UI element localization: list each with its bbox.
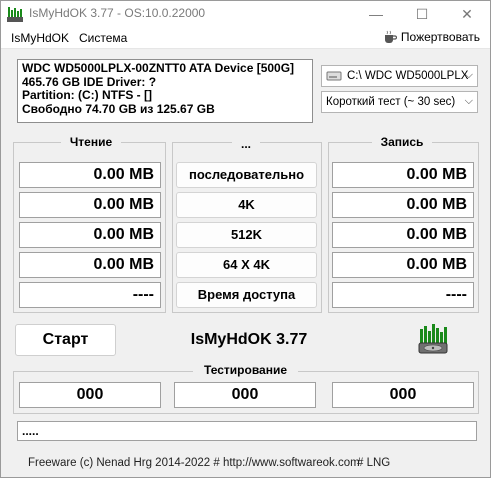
- test-duration-select[interactable]: Короткий тест (~ 30 sec) ⌵: [321, 91, 478, 113]
- read-value-64x4k: 0.00 MB: [19, 252, 161, 278]
- status-line: .....: [17, 421, 477, 441]
- write-value-access: ----: [332, 282, 474, 308]
- write-value-4k: 0.00 MB: [332, 192, 474, 218]
- menu-system[interactable]: Система: [79, 31, 127, 45]
- testing-panel-title: Тестирование: [193, 363, 298, 377]
- maximize-button[interactable]: ☐: [399, 1, 445, 27]
- testing-value-2: 000: [174, 382, 316, 408]
- read-value-seq: 0.00 MB: [19, 162, 161, 188]
- testing-value-3: 000: [332, 382, 474, 408]
- test-duration-value: Короткий тест (~ 30 sec): [326, 96, 456, 108]
- 64x4k-button[interactable]: 64 X 4K: [176, 252, 317, 278]
- mode-panel-title: ...: [232, 137, 260, 151]
- donate-link[interactable]: Пожертвовать: [383, 30, 480, 44]
- testing-value-1: 000: [19, 382, 161, 408]
- footer-copyright-link[interactable]: Freeware (c) Nenad Hrg 2014-2022 # http:…: [28, 457, 360, 469]
- drive-info-box: WDC WD5000LPLX-00ZNTT0 ATA Device [500G]…: [17, 59, 313, 123]
- chevron-down-icon: ⌵: [464, 69, 473, 81]
- drive-icon: [326, 71, 342, 81]
- drive-select-value: C:\ WDC WD5000LPLX: [347, 70, 469, 82]
- coffee-cup-icon: [384, 30, 397, 43]
- main-window: IsMyHdOK 3.77 - OS:10.0.22000 — ☐ ✕ IsMy…: [0, 0, 491, 478]
- start-button[interactable]: Старт: [15, 324, 116, 356]
- drive-size: 465.76 GB IDE Driver: ?: [22, 74, 157, 89]
- read-panel-title: Чтение: [61, 135, 121, 149]
- hdd-benchmark-icon: [418, 324, 448, 354]
- app-name-label: IsMyHdOK 3.77: [190, 331, 308, 348]
- access-time-button[interactable]: Время доступа: [176, 282, 317, 308]
- 512k-button[interactable]: 512K: [176, 222, 317, 248]
- footer: Freeware (c) Nenad Hrg 2014-2022 # http:…: [1, 451, 490, 477]
- read-value-4k: 0.00 MB: [19, 192, 161, 218]
- write-panel-title: Запись: [372, 135, 432, 149]
- write-value-seq: 0.00 MB: [332, 162, 474, 188]
- read-value-access: ----: [19, 282, 161, 308]
- app-icon: [7, 7, 23, 22]
- sequential-button[interactable]: последовательно: [176, 162, 317, 188]
- chevron-down-icon: ⌵: [464, 95, 473, 107]
- window-title: IsMyHdOK 3.77 - OS:10.0.22000: [29, 6, 206, 20]
- title-bar[interactable]: IsMyHdOK 3.77 - OS:10.0.22000 — ☐ ✕: [1, 1, 490, 27]
- close-button[interactable]: ✕: [444, 1, 490, 27]
- drive-partition: Partition: (C:) NTFS - []: [22, 88, 152, 102]
- 4k-button[interactable]: 4K: [176, 192, 317, 218]
- write-value-512k: 0.00 MB: [332, 222, 474, 248]
- menu-ismyhdok[interactable]: IsMyHdOK: [11, 31, 69, 45]
- menu-bar: IsMyHdOK Система Пожертвовать: [1, 27, 490, 49]
- drive-free-space: Свободно 74.70 GB из 125.67 GB: [22, 101, 215, 116]
- language-link[interactable]: # LNG: [357, 457, 390, 469]
- donate-label: Пожертвовать: [400, 30, 480, 44]
- drive-model: WDC WD5000LPLX-00ZNTT0 ATA Device [500G]: [22, 61, 295, 75]
- drive-select[interactable]: C:\ WDC WD5000LPLX ⌵: [321, 65, 478, 87]
- write-value-64x4k: 0.00 MB: [332, 252, 474, 278]
- read-value-512k: 0.00 MB: [19, 222, 161, 248]
- minimize-button[interactable]: —: [353, 1, 399, 27]
